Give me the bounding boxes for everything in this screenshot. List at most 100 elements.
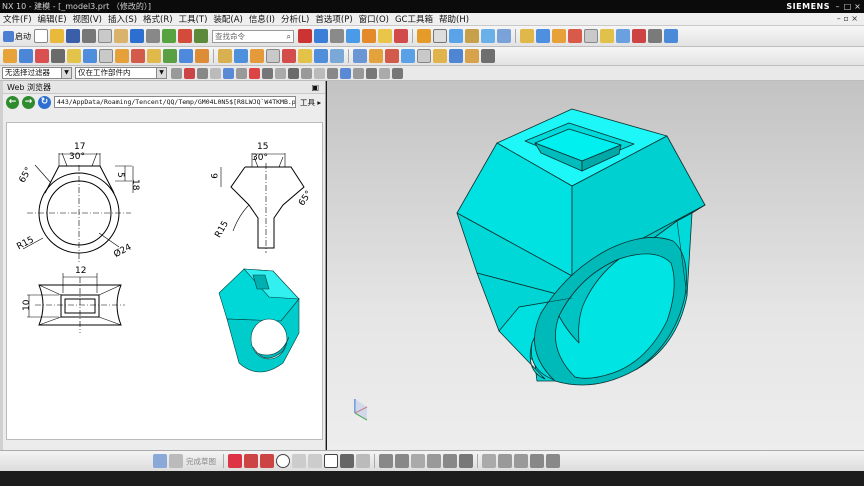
wcs-icon[interactable] [664,29,678,43]
shell-icon[interactable] [417,29,431,43]
rapid-dimension-icon[interactable] [482,454,496,468]
split-body-icon[interactable] [497,29,511,43]
menu-assembly[interactable]: 装配(A) [210,13,245,25]
pin-icon[interactable]: ▣ [311,81,319,94]
extend-icon[interactable] [395,454,409,468]
forward-icon[interactable]: → [22,95,35,109]
refresh-icon[interactable]: ↻ [38,95,51,109]
snap-pole-icon[interactable] [301,67,312,79]
thread-icon[interactable] [147,49,161,63]
measure-icon[interactable] [465,49,479,63]
pocket-icon[interactable] [83,49,97,63]
undo-icon[interactable] [130,29,144,43]
finish-sketch-label[interactable]: 完成草图 [186,456,216,467]
mirror-icon[interactable] [465,29,479,43]
extract-icon[interactable] [330,49,344,63]
menu-edit[interactable]: 编辑(E) [35,13,70,25]
cut-icon[interactable] [82,29,96,43]
wrap-icon[interactable] [314,49,328,63]
more-icon[interactable] [546,454,560,468]
pattern-icon[interactable] [449,29,463,43]
sketch-icon[interactable] [153,454,167,468]
edge-blend-icon[interactable] [378,29,392,43]
selection-filter-dropdown[interactable]: 无选择过滤器 ▼ [2,67,72,79]
menu-insert[interactable]: 插入(S) [105,13,140,25]
boss-icon[interactable] [67,49,81,63]
wireframe-icon[interactable] [616,29,630,43]
pattern-curve-icon[interactable] [443,454,457,468]
snap-angle-icon[interactable] [366,67,377,79]
start-icon[interactable] [3,30,14,42]
chamfer-icon[interactable] [394,29,408,43]
menu-information[interactable]: 信息(I) [246,13,278,25]
view-icon[interactable] [520,29,534,43]
datum-plane-icon[interactable] [163,49,177,63]
command-search-input[interactable]: 查找命令 ⌕ [212,29,294,43]
snap-center-icon[interactable] [236,67,247,79]
sew-icon[interactable] [266,49,280,63]
pad-icon[interactable] [99,49,113,63]
snap-intersect-icon[interactable] [392,67,403,79]
polygon-icon[interactable] [356,454,370,468]
profile-icon[interactable] [228,454,242,468]
snap-on-curve-icon[interactable] [275,67,286,79]
ring-model[interactable] [327,81,864,450]
copy-icon[interactable] [98,29,112,43]
snap-on-face-icon[interactable] [288,67,299,79]
trim-body-icon[interactable] [481,29,495,43]
snap-quadrant-icon[interactable] [249,67,260,79]
snap-tangent-icon[interactable] [314,67,325,79]
tools-menu[interactable]: 工具 ▸ [300,97,321,108]
url-field[interactable]: 443/AppData/Roaming/Tencent/QQ/Temp/GM04… [54,96,296,108]
cone-icon[interactable] [35,49,49,63]
make-corner-icon[interactable] [411,454,425,468]
menu-format[interactable]: 格式(R) [140,13,176,25]
shaded-icon[interactable] [600,29,614,43]
new-file-icon[interactable] [34,29,48,43]
snap-icon[interactable] [171,67,182,79]
tools-icon[interactable] [481,49,495,63]
mirror-curve-icon[interactable] [459,454,473,468]
snap-control-icon[interactable] [210,67,221,79]
close-button[interactable]: × [853,2,862,11]
menu-tools[interactable]: 工具(T) [176,13,211,25]
draft-icon[interactable] [433,29,447,43]
geometric-constraint-icon[interactable] [498,454,512,468]
layer-icon[interactable] [648,29,662,43]
menu-window[interactable]: 窗口(O) [356,13,392,25]
command-finder-icon[interactable] [162,29,176,43]
chevron-down-icon[interactable]: ▼ [156,68,166,78]
show-constraints-icon[interactable] [530,454,544,468]
linear-dimension-icon[interactable] [449,49,463,63]
circle-icon[interactable] [276,454,290,468]
hole-icon[interactable] [346,29,360,43]
sphere-icon[interactable] [51,49,65,63]
point-icon[interactable] [340,454,354,468]
pan-icon[interactable] [584,29,598,43]
offset-face-icon[interactable] [218,49,232,63]
groove-icon[interactable] [131,49,145,63]
back-icon[interactable]: ← [6,95,19,109]
patch-icon[interactable] [282,49,296,63]
snap-existing-icon[interactable] [262,67,273,79]
finish-sketch-icon[interactable] [169,454,183,468]
repeat-icon[interactable] [146,29,160,43]
snap-grid-icon[interactable] [340,67,351,79]
chevron-down-icon[interactable]: ▼ [61,68,71,78]
offset-region-icon[interactable] [433,49,447,63]
line-icon[interactable] [244,454,258,468]
cylinder-icon[interactable] [19,49,33,63]
selection-scope-dropdown[interactable]: 仅在工作部件内 ▼ [75,67,167,79]
zoom-icon[interactable] [552,29,566,43]
open-folder-icon[interactable] [50,29,64,43]
snap-perpendicular-icon[interactable] [353,67,364,79]
menu-analysis[interactable]: 分析(L) [278,13,312,25]
rotate-icon[interactable] [568,29,582,43]
paste-icon[interactable] [114,29,128,43]
snap-intersection-icon[interactable] [223,67,234,79]
point-icon[interactable] [195,49,209,63]
snap-arc-center-icon[interactable] [327,67,338,79]
touch-mode-icon[interactable] [194,29,208,43]
thicken-icon[interactable] [234,49,248,63]
unite-icon[interactable] [362,29,376,43]
